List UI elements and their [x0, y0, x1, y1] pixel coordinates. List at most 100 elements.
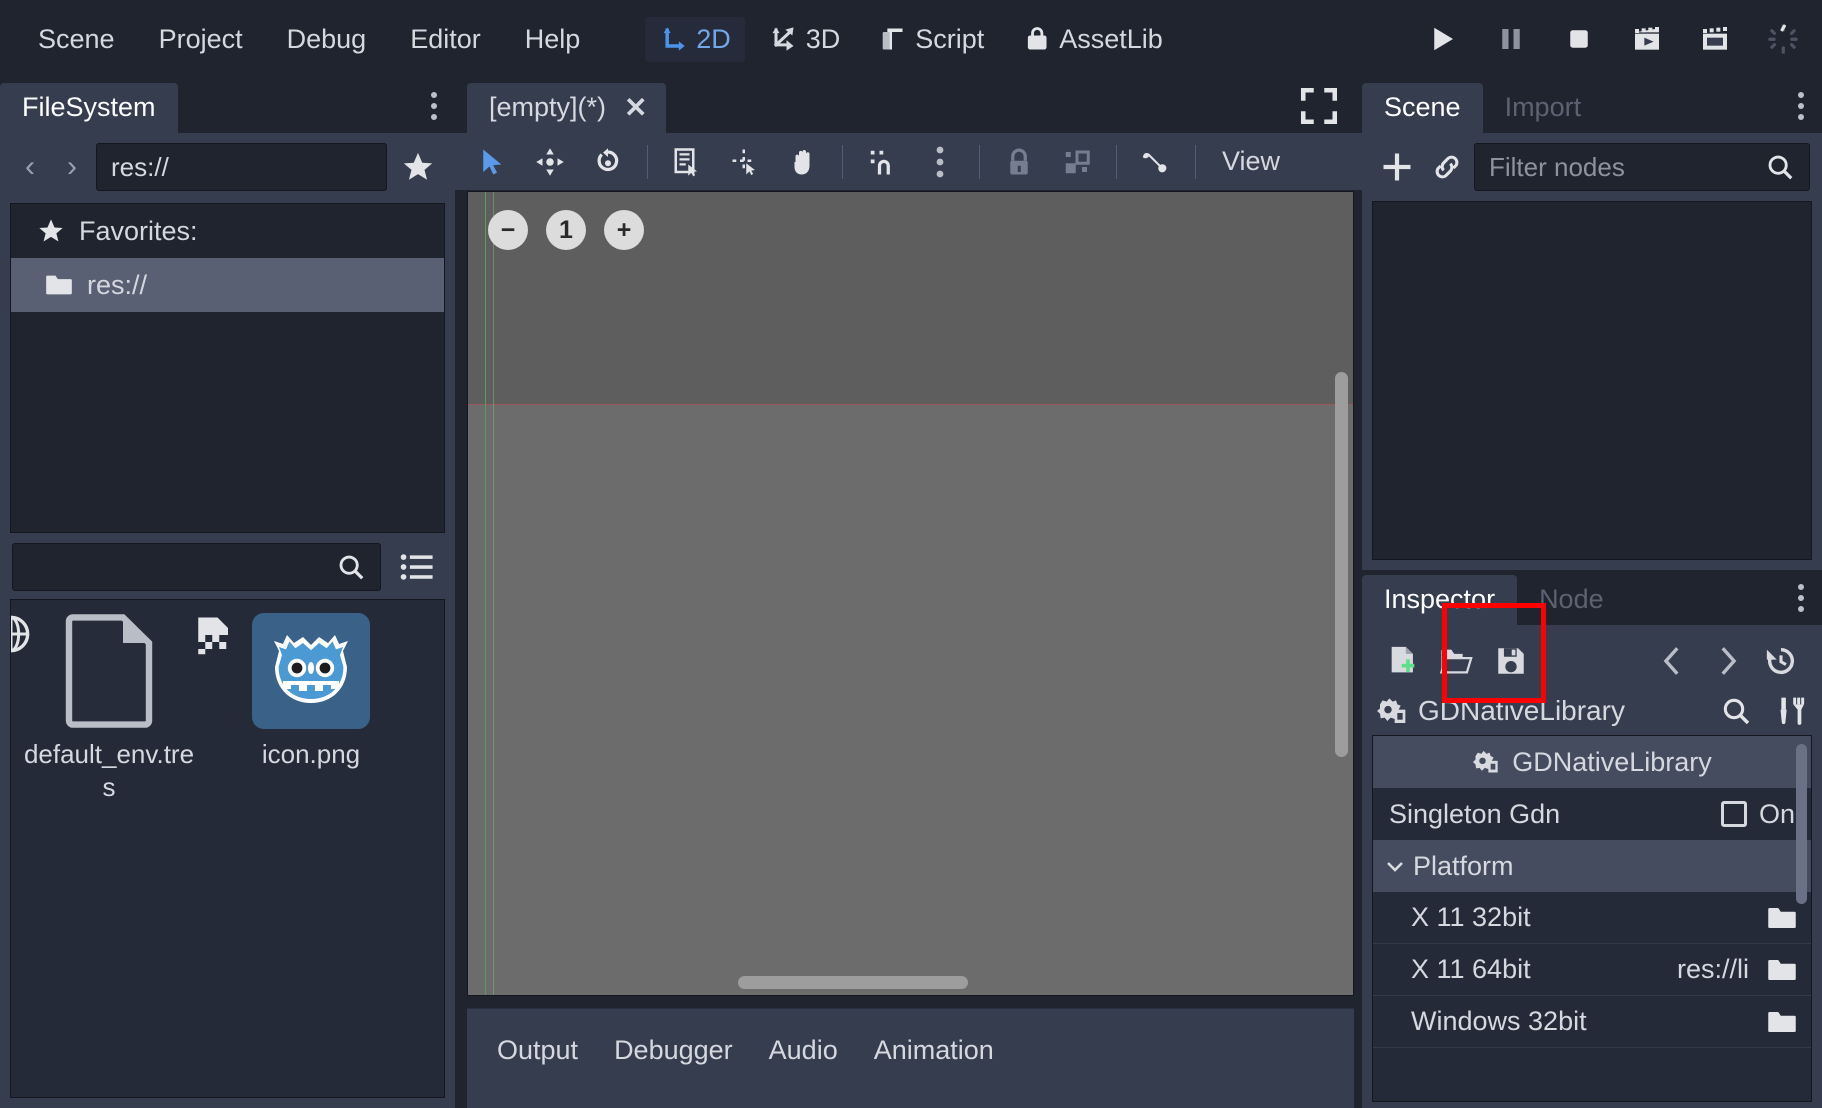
- inspector-vertical-scrollbar[interactable]: [1796, 744, 1807, 904]
- select-mode-button[interactable]: [466, 138, 518, 186]
- canvas-2d-viewport[interactable]: − 1 +: [467, 191, 1354, 996]
- canvas-left-edge-line: [493, 192, 494, 995]
- pan-mode-button[interactable]: [777, 138, 829, 186]
- property-row-singleton-gdn[interactable]: Singleton Gdn On: [1373, 788, 1811, 840]
- scene-tree[interactable]: [1372, 201, 1812, 560]
- property-value[interactable]: On: [1720, 799, 1795, 830]
- folder-icon[interactable]: [1767, 1009, 1797, 1035]
- view-menu-button[interactable]: View: [1206, 138, 1296, 185]
- tab-3d[interactable]: 3D: [755, 17, 855, 62]
- inspector-menu-button[interactable]: [1794, 580, 1808, 616]
- platform-row-x11-64[interactable]: X 11 64bit res://li: [1373, 944, 1811, 996]
- file-item-icon-png[interactable]: icon.png: [198, 612, 397, 805]
- menu-debug[interactable]: Debug: [269, 16, 385, 63]
- tab-filesystem[interactable]: FileSystem: [0, 83, 178, 133]
- dot: [1798, 594, 1804, 601]
- tree-row-res[interactable]: res://: [11, 258, 444, 312]
- platform-value: res://li: [1676, 954, 1749, 984]
- tab-2d[interactable]: 2D: [645, 16, 745, 62]
- search-icon: [336, 552, 366, 582]
- viewport-vertical-scrollbar[interactable]: [1335, 372, 1348, 757]
- zoom-out-button[interactable]: −: [488, 210, 528, 250]
- play-custom-scene-button[interactable]: [1696, 20, 1734, 58]
- chevron-down-icon: [1383, 854, 1407, 878]
- history-button[interactable]: [1754, 635, 1808, 687]
- nav-forward-button[interactable]: ›: [54, 149, 90, 185]
- folder-icon: [45, 273, 73, 297]
- play-scene-button[interactable]: [1628, 20, 1666, 58]
- viewport-horizontal-scrollbar[interactable]: [738, 976, 968, 989]
- tools-icon[interactable]: [1776, 695, 1808, 727]
- close-icon[interactable]: ✕: [624, 93, 647, 122]
- snap-mode-button[interactable]: [856, 138, 908, 186]
- favorite-toggle-button[interactable]: [393, 145, 443, 189]
- tab-node[interactable]: Node: [1517, 575, 1626, 625]
- load-resource-button[interactable]: [1430, 635, 1484, 687]
- platform-row-windows-32[interactable]: Windows 32bit: [1373, 996, 1811, 1048]
- menu-project[interactable]: Project: [141, 16, 261, 63]
- tab-import[interactable]: Import: [1483, 83, 1604, 133]
- inspector-tabbar: Inspector Node: [1362, 570, 1822, 625]
- filter-nodes-input[interactable]: Filter nodes: [1474, 143, 1810, 191]
- pause-button[interactable]: [1492, 20, 1530, 58]
- checkbox-icon[interactable]: [1720, 801, 1747, 827]
- lock-button[interactable]: [993, 138, 1045, 186]
- list-select-button[interactable]: [661, 138, 713, 186]
- ruler-mode-button[interactable]: [719, 138, 771, 186]
- menu-help[interactable]: Help: [507, 16, 599, 63]
- nav-back-button[interactable]: ‹: [12, 149, 48, 185]
- toolbar-separator: [1195, 144, 1196, 179]
- editor-body: FileSystem ‹ › res:// Favorites: res:// …: [0, 78, 1822, 1108]
- search-icon[interactable]: [1720, 695, 1752, 727]
- dot: [1798, 583, 1804, 590]
- history-back-button[interactable]: [1646, 635, 1700, 687]
- play-button[interactable]: [1424, 20, 1462, 58]
- bottom-panel: Output Debugger Audio Animation: [467, 1008, 1354, 1108]
- filesystem-tree: Favorites: res://: [10, 203, 445, 533]
- rotate-mode-button[interactable]: [582, 138, 634, 186]
- tree-row-favorites[interactable]: Favorites:: [11, 204, 444, 258]
- property-category-platform[interactable]: Platform: [1373, 840, 1811, 892]
- history-forward-button[interactable]: [1700, 635, 1754, 687]
- move-mode-button[interactable]: [524, 138, 576, 186]
- filesystem-menu-button[interactable]: [427, 88, 441, 124]
- bottom-tab-output[interactable]: Output: [483, 1027, 592, 1074]
- add-node-button[interactable]: [1374, 144, 1420, 190]
- bottom-tab-audio[interactable]: Audio: [755, 1027, 852, 1074]
- folder-icon[interactable]: [1767, 957, 1797, 983]
- scene-dock-menu-button[interactable]: [1794, 88, 1808, 124]
- inspector-resource-name: GDNativeLibrary: [1418, 695, 1625, 726]
- bottom-tab-animation[interactable]: Animation: [860, 1027, 1008, 1074]
- filesystem-search-input[interactable]: [12, 543, 381, 591]
- file-item-default-env[interactable]: default_env.tres: [11, 612, 195, 805]
- folder-icon[interactable]: [1767, 905, 1797, 931]
- group-button[interactable]: [1051, 138, 1103, 186]
- stop-button[interactable]: [1560, 20, 1598, 58]
- zoom-in-button[interactable]: +: [604, 210, 644, 250]
- dot: [1798, 605, 1804, 612]
- maximize-icon[interactable]: [1298, 85, 1340, 127]
- file-item-label: icon.png: [261, 739, 361, 769]
- menu-editor[interactable]: Editor: [392, 16, 499, 63]
- toggle-display-mode-button[interactable]: [391, 543, 443, 591]
- bottom-tab-debugger[interactable]: Debugger: [600, 1027, 747, 1074]
- tab-scene[interactable]: Scene: [1362, 83, 1483, 133]
- tab-assetlib[interactable]: AssetLib: [1008, 17, 1177, 62]
- new-resource-button[interactable]: [1376, 635, 1430, 687]
- property-section-label: GDNativeLibrary: [1512, 746, 1712, 777]
- scene-tab-empty[interactable]: [empty](*) ✕: [467, 83, 666, 133]
- tab-script[interactable]: Script: [864, 17, 998, 62]
- skeleton-button[interactable]: [1130, 138, 1182, 186]
- gdnativelibrary-icon: [1376, 696, 1408, 726]
- save-resource-button[interactable]: [1484, 635, 1538, 687]
- path-input[interactable]: res://: [96, 143, 387, 191]
- zoom-reset-button[interactable]: 1: [546, 210, 586, 250]
- platform-row-x11-32[interactable]: X 11 32bit: [1373, 892, 1811, 944]
- snap-options-button[interactable]: [914, 138, 966, 186]
- star-icon: [37, 217, 65, 245]
- globe-icon: [11, 614, 35, 658]
- tab-inspector[interactable]: Inspector: [1362, 575, 1518, 625]
- instance-scene-button[interactable]: [1424, 144, 1470, 190]
- inspector-property-list: GDNativeLibrary Singleton Gdn On Platfor…: [1372, 735, 1812, 1102]
- menu-scene[interactable]: Scene: [20, 16, 133, 63]
